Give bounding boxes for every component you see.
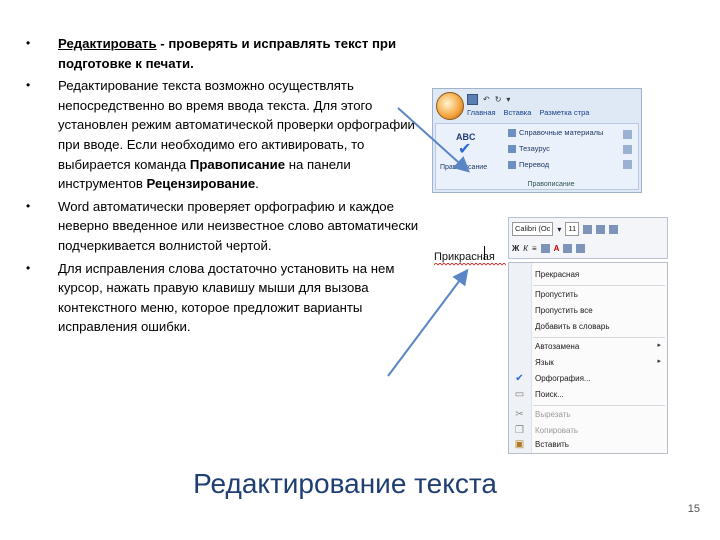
spellcheck-icon: ✔ [458,141,472,158]
submenu-arrow-icon: ▸ [657,358,661,365]
grow-font-icon [583,224,593,234]
cut-icon: ✂ [515,409,524,420]
format-painter-icon [609,224,619,234]
bullet-item-edit-definition: • Редактировать - проверять и исправлять… [26,34,426,73]
font-name-field: Calibri (Ос [512,222,554,236]
paste-icon: ▣ [514,439,525,450]
tab-home: Главная [467,108,496,117]
highlight-icon [540,243,550,253]
indent-icon [563,243,573,253]
bullet-marker: • [26,78,31,93]
font-color-icon: A [553,243,560,253]
context-menu-text: Для исправления слова достаточно установ… [58,260,395,335]
spelling-check-icon: ✔ [515,373,524,384]
undo-icon: ↶ [483,94,490,104]
translate-icon [508,161,516,170]
autocheck-end: . [255,176,259,192]
menu-separator [533,405,665,406]
list-icon [576,243,586,253]
tab-insert: Вставка [503,108,532,117]
ribbon-tabs: Главная Вставка Разметка стра [467,108,639,121]
menu-item-language: Язык [535,358,554,367]
bullet-list: • Редактировать - проверять и исправлять… [26,34,426,337]
menu-item-ignore: Пропустить [535,290,578,299]
mini-toolbar-screenshot: Calibri (Ос ▾ 11 Ж К ≡ A [508,217,668,259]
office-button-icon [436,92,464,120]
bullet-marker: • [26,36,31,50]
wavy-underline [434,263,506,266]
menu-separator [533,337,665,338]
dropdown-icon: ▾ [557,224,562,234]
page-number: 15 [687,503,700,515]
bullet-item-wavy-underline: • Word автоматически проверяет орфографи… [26,197,426,256]
menu-item-copy: Копировать [535,426,579,435]
thesaurus-button: Тезаурус [508,144,550,154]
research-icon [508,129,516,138]
save-icon [467,93,478,105]
review-ribbon-screenshot: ↶ ↻ ▾ Главная Вставка Разметка стра ABC … [432,88,642,193]
menu-item-add-to-dictionary: Добавить в словарь [535,322,610,331]
panel-review: Рецензирование [146,176,256,192]
copy-icon: ❐ [515,425,524,436]
submenu-arrow-icon: ▸ [657,342,661,349]
customize-icon: ▾ [506,94,511,104]
shrink-font-icon [596,224,606,234]
spelling-button-label: Правописание [440,164,488,171]
font-size-field: 11 [565,222,580,236]
tab-page-layout: Разметка стра [539,108,590,117]
translate-button: Перевод [508,160,549,170]
ribbon-panel: ABC ✔ Правописание Справочные материалы … [435,123,639,190]
command-spelling: Правописание [189,156,286,172]
menu-item-lookup: Поиск... [535,390,564,399]
wavy-underline-text: Word автоматически проверяет орфографию … [58,198,419,253]
bold-icon: Ж [512,243,520,253]
research-button: Справочные материалы [508,128,603,138]
redo-icon: ↻ [494,94,502,104]
misspelled-word: Прикрасная [434,251,506,266]
menu-item-ignore-all: Пропустить все [535,306,593,315]
context-menu-screenshot: Прекрасная Пропустить Пропустить все Доб… [508,262,668,454]
italic-icon: К [523,243,528,253]
slide-title: Редактирование текста [193,468,497,499]
ribbon-side-icons [623,130,632,175]
menu-item-paste: Вставить [535,440,569,449]
quick-access-toolbar: ↶ ↻ ▾ [467,93,510,105]
menu-item-cut: Вырезать [535,410,571,419]
menu-item-autocorrect: Автозамена [535,342,580,351]
align-icon: ≡ [531,243,537,253]
menu-item-suggestion: Прекрасная [535,270,580,279]
bullet-marker: • [26,198,31,213]
bullet-item-context-menu: • Для исправления слова достаточно устан… [26,259,426,337]
menu-separator [533,285,665,286]
lookup-icon: ▭ [514,389,525,400]
bullet-marker: • [26,260,31,275]
text-cursor [484,246,485,260]
menu-item-spelling: Орфография... [535,374,591,383]
term-edit: Редактировать [58,36,157,51]
ribbon-group-label: Правописание [527,181,575,188]
thesaurus-icon [508,145,516,154]
bullet-item-autocheck: • Редактирование текста возможно осущест… [26,76,426,194]
